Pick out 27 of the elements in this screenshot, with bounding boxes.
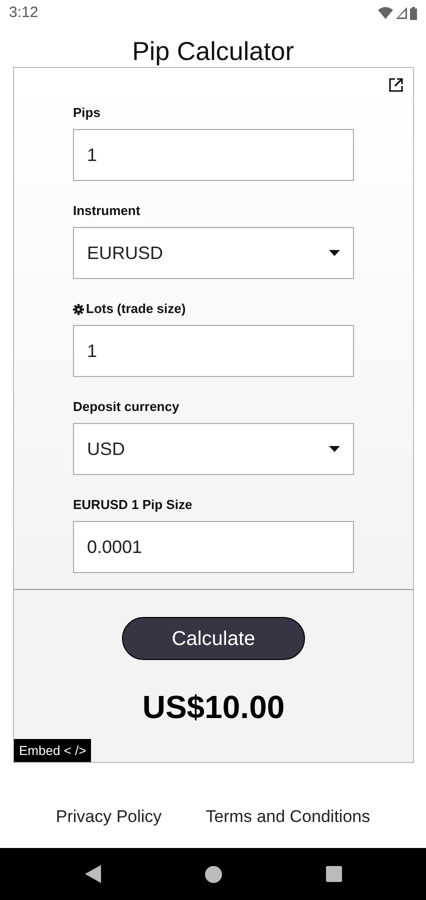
page-title: Pip Calculator [132, 36, 294, 67]
battery-icon [410, 6, 417, 20]
field-label: EURUSD 1 Pip Size [73, 496, 192, 514]
recents-icon[interactable] [326, 866, 342, 882]
field-label: Instrument [73, 202, 140, 220]
footer-link[interactable]: Privacy Policy [56, 804, 162, 830]
dropdown[interactable]: EURUSD [73, 227, 354, 279]
dropdown[interactable]: USD [73, 423, 354, 475]
embed-button[interactable]: Embed < /> [14, 739, 92, 762]
gear-icon [73, 304, 84, 314]
back-icon[interactable] [84, 865, 100, 883]
footer-link[interactable]: Terms and Conditions [206, 804, 370, 830]
input-field[interactable]: 1 [73, 325, 354, 377]
caret-icon [329, 446, 340, 452]
signal-icon [396, 7, 407, 19]
field-label: Pips [73, 104, 100, 122]
caret-icon [329, 250, 340, 256]
input-field[interactable]: 1 [73, 129, 354, 181]
external-link-icon[interactable] [389, 78, 403, 92]
home-icon[interactable] [204, 866, 222, 882]
input-field[interactable]: 0.0001 [73, 521, 354, 573]
wifi-icon [378, 7, 393, 19]
field-label: Lots (trade size) [86, 300, 186, 318]
status-time: 3:12 [9, 2, 38, 23]
field-label: Deposit currency [73, 398, 180, 416]
result-amount: US$10.00 [142, 688, 285, 727]
calculate-button[interactable]: Calculate [122, 617, 305, 660]
